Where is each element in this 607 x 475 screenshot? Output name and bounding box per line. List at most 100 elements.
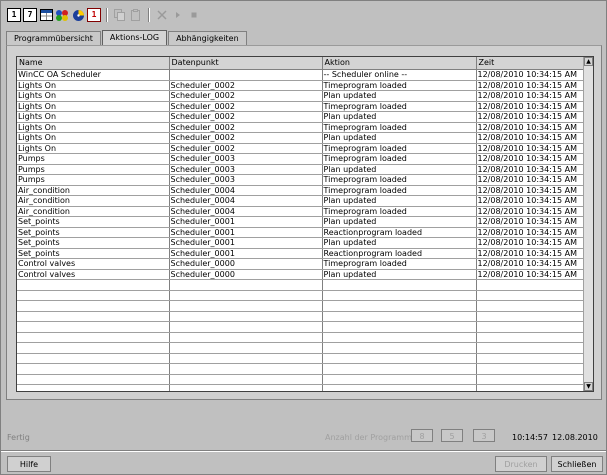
empty-cell	[17, 332, 170, 343]
table-row[interactable]: Lights On Scheduler_0002 Timeprogram loade…	[17, 80, 584, 91]
close-button[interactable]: Schließen	[551, 456, 603, 472]
cell-zeit: 12/08/2010 10:34:15 AM	[476, 195, 584, 207]
column-header-name[interactable]: Name	[17, 57, 170, 70]
delete-icon[interactable]	[155, 8, 169, 22]
cell-name: Set_points	[17, 216, 170, 228]
calendar-day-icon[interactable]: 1	[7, 8, 21, 22]
cell-aktion: Timeprogram loaded	[322, 206, 477, 217]
table-row[interactable]: Control valves Scheduler_0000 Timeprogram …	[17, 258, 584, 270]
table-row[interactable]: Pumps Scheduler_0003 Plan updated 12/08/201…	[17, 164, 584, 175]
empty-cell	[322, 342, 477, 354]
table-row[interactable]: Lights On Scheduler_0002 Plan updated 12/08…	[17, 111, 584, 123]
play-icon[interactable]	[171, 8, 185, 22]
empty-cell	[17, 384, 170, 391]
cell-name: Lights On	[17, 132, 170, 144]
calendar-month-icon[interactable]	[39, 8, 53, 22]
table-row[interactable]: Air_condition Scheduler_0004 Plan updated 1…	[17, 195, 584, 207]
cell-name: Lights On	[17, 90, 170, 102]
cell-zeit: 12/08/2010 10:34:15 AM	[476, 258, 584, 270]
calendar-week-label: 7	[23, 8, 37, 22]
cell-aktion: Plan updated	[322, 111, 477, 123]
empty-cell	[476, 300, 584, 312]
empty-table-row	[17, 300, 584, 312]
vertical-scrollbar[interactable]: ▲ ▼	[583, 57, 593, 391]
table-row[interactable]: Set_points Scheduler_0001 Reactionprogram …	[17, 248, 584, 259]
scroll-up-icon[interactable]: ▲	[584, 57, 593, 66]
tab-aktions-log[interactable]: Aktions-LOG	[101, 30, 168, 45]
cell-name: Set_points	[17, 248, 170, 259]
paste-icon[interactable]	[129, 8, 143, 22]
empty-table-row	[17, 353, 584, 364]
table-row[interactable]: Lights On Scheduler_0002 Timeprogram loade…	[17, 101, 584, 112]
empty-table-row	[17, 290, 584, 301]
cell-datenpunkt: Scheduler_0002	[169, 90, 323, 102]
cell-datenpunkt: Scheduler_0003	[169, 153, 323, 165]
tab-abhaengigkeiten[interactable]: Abhängigkeiten	[168, 31, 247, 45]
cell-datenpunkt: Scheduler_0002	[169, 111, 323, 123]
program-colors-icon[interactable]	[55, 8, 69, 22]
empty-cell	[169, 332, 323, 343]
empty-cell	[322, 374, 477, 385]
help-button[interactable]: Hilfe	[7, 456, 51, 472]
cell-zeit: 12/08/2010 10:34:15 AM	[476, 90, 584, 102]
status-text: Fertig	[7, 433, 30, 442]
empty-cell	[169, 363, 323, 375]
cell-name: Lights On	[17, 111, 170, 123]
tab-programmuebersicht[interactable]: Programmübersicht	[6, 31, 101, 45]
table-row[interactable]: Lights On Scheduler_0002 Plan updated 12/08…	[17, 132, 584, 144]
cell-aktion: Timeprogram loaded	[322, 153, 477, 165]
table-row[interactable]: Lights On Scheduler_0002 Timeprogram loade…	[17, 122, 584, 133]
tab-panel: Name Datenpunkt Aktion Zeit WinCC OA Sch…	[6, 45, 602, 400]
cell-aktion: Timeprogram loaded	[322, 101, 477, 112]
column-header-aktion[interactable]: Aktion	[322, 57, 477, 70]
empty-cell	[476, 290, 584, 301]
cell-aktion: Reactionprogram loaded	[322, 227, 477, 238]
empty-table-row	[17, 279, 584, 291]
scroll-down-icon[interactable]: ▼	[584, 382, 593, 391]
cell-name: Control valves	[17, 258, 170, 270]
cell-name: Set_points	[17, 227, 170, 238]
table-row[interactable]: Set_points Scheduler_0001 Plan updated 12/0…	[17, 216, 584, 228]
calendar-red-label: 1	[87, 8, 101, 22]
calendar-red-icon[interactable]: 1	[87, 8, 101, 22]
cell-zeit: 12/08/2010 10:34:15 AM	[476, 248, 584, 259]
empty-cell	[169, 279, 323, 291]
table-row[interactable]: Lights On Scheduler_0002 Timeprogram loade…	[17, 143, 584, 154]
cell-zeit: 12/08/2010 10:34:15 AM	[476, 174, 584, 186]
table-row[interactable]: Pumps Scheduler_0003 Timeprogram loaded 12/…	[17, 153, 584, 165]
table-row[interactable]: WinCC OA Scheduler -- Scheduler online --…	[17, 69, 584, 81]
column-header-zeit[interactable]: Zeit	[476, 57, 584, 70]
calendar-week-icon[interactable]: 7	[23, 8, 37, 22]
print-button[interactable]: Drucken	[495, 456, 547, 472]
empty-cell	[476, 321, 584, 333]
table-row[interactable]: Set_points Scheduler_0001 Plan updated 12/0…	[17, 237, 584, 249]
table-row[interactable]: Air_condition Scheduler_0004 Timeprogram l…	[17, 206, 584, 217]
empty-table-row	[17, 363, 584, 375]
column-header-datenpunkt[interactable]: Datenpunkt	[169, 57, 323, 70]
exception-program-icon[interactable]	[71, 8, 85, 22]
cell-aktion: Plan updated	[322, 216, 477, 228]
table-row[interactable]: Control valves Scheduler_0000 Plan updated…	[17, 269, 584, 280]
cell-zeit: 12/08/2010 10:34:15 AM	[476, 269, 584, 280]
table-row[interactable]: Pumps Scheduler_0003 Timeprogram loaded 12/…	[17, 174, 584, 186]
cell-aktion: Plan updated	[322, 164, 477, 175]
cell-datenpunkt: Scheduler_0003	[169, 174, 323, 186]
table-row[interactable]: Lights On Scheduler_0002 Plan updated 12/08…	[17, 90, 584, 102]
empty-table-row	[17, 332, 584, 343]
stop-icon[interactable]	[187, 8, 201, 22]
empty-cell	[322, 311, 477, 322]
cell-name: Pumps	[17, 153, 170, 165]
cell-aktion: -- Scheduler online --	[322, 69, 477, 81]
cell-aktion: Timeprogram loaded	[322, 174, 477, 186]
empty-cell	[17, 342, 170, 354]
empty-cell	[169, 374, 323, 385]
copy-icon[interactable]	[113, 8, 127, 22]
cell-datenpunkt: Scheduler_0004	[169, 185, 323, 196]
table-row[interactable]: Air_condition Scheduler_0004 Timeprogram l…	[17, 185, 584, 196]
cell-zeit: 12/08/2010 10:34:15 AM	[476, 164, 584, 175]
empty-cell	[476, 332, 584, 343]
table-row[interactable]: Set_points Scheduler_0001 Reactionprogram …	[17, 227, 584, 238]
empty-cell	[322, 300, 477, 312]
cell-name: Lights On	[17, 122, 170, 133]
cell-name: Air_condition	[17, 195, 170, 207]
